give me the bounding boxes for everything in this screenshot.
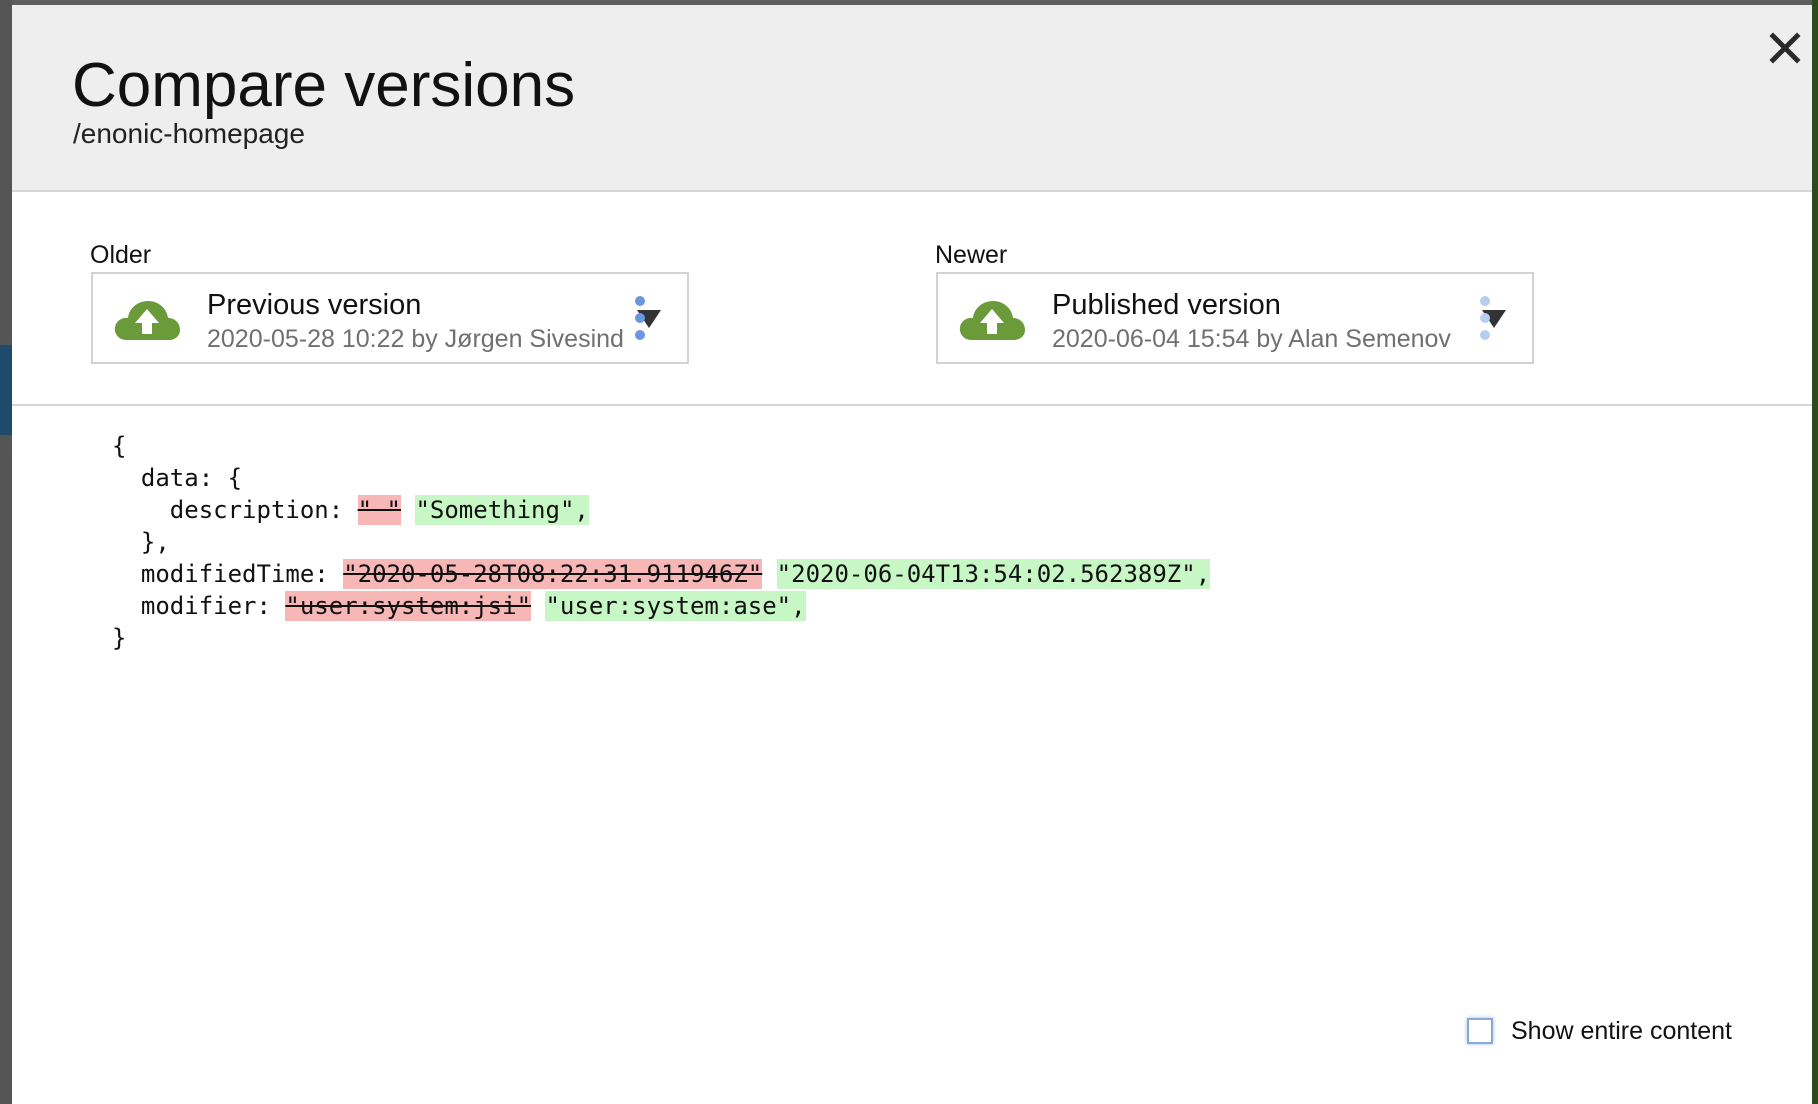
dialog-title: Compare versions (72, 51, 576, 120)
show-entire-content-label: Show entire content (1511, 1016, 1732, 1045)
background-right-edge (1812, 0, 1818, 1104)
older-version-meta: 2020-05-28 10:22 by Jørgen Sivesind (207, 325, 624, 353)
diff-text: { (112, 432, 127, 460)
removed-value: " " (357, 495, 401, 525)
diff-line: { (112, 430, 1210, 462)
removed-value: "2020-05-28T08:22:31.911946Z" (343, 559, 763, 589)
cloud-upload-icon (113, 296, 181, 344)
older-version-name: Previous version (207, 289, 422, 321)
more-vertical-icon (1480, 296, 1490, 340)
diff-key: modifiedTime: (112, 560, 344, 588)
background-left-edge (0, 0, 12, 1104)
background-accent (0, 345, 12, 435)
diff-text: } (112, 624, 127, 652)
older-version-dropdown[interactable]: Previous version 2020-05-28 10:22 by Jør… (91, 272, 689, 364)
dialog-header: Compare versions /enonic-homepage (12, 5, 1812, 192)
added-value: "2020-06-04T13:54:02.562389Z", (776, 559, 1211, 589)
newer-version-dropdown[interactable]: Published version 2020-06-04 15:54 by Al… (936, 272, 1534, 364)
newer-label: Newer (935, 241, 1008, 269)
cloud-upload-icon (958, 296, 1026, 344)
more-vertical-icon (635, 296, 645, 340)
diff-line: data: { (112, 462, 1210, 494)
newer-version-name: Published version (1052, 289, 1281, 321)
added-value: "Something", (415, 495, 589, 525)
diff-text: }, (112, 528, 170, 556)
diff-key: modifier: (112, 592, 286, 620)
newer-version-meta: 2020-06-04 15:54 by Alan Semenov (1052, 325, 1451, 353)
diff-line: modifier: "user:system:jsi" "user:system… (112, 590, 1210, 622)
diff-line: } (112, 622, 1210, 654)
content-path: /enonic-homepage (73, 118, 305, 149)
show-entire-content-checkbox[interactable] (1467, 1018, 1493, 1044)
newer-version-menu-button[interactable] (1475, 293, 1495, 343)
diff-line: modifiedTime: "2020-05-28T08:22:31.91194… (112, 558, 1211, 590)
older-label: Older (90, 241, 152, 269)
close-icon (1769, 32, 1801, 64)
json-diff-view: { data: { description: " " "Something", … (112, 430, 1211, 654)
added-value: "user:system:ase", (545, 591, 806, 621)
diff-line: }, (112, 526, 1210, 558)
removed-value: "user:system:jsi" (285, 591, 532, 621)
older-version-menu-button[interactable] (630, 293, 650, 343)
diff-line: description: " " "Something", (112, 494, 1210, 526)
diff-key: description: (112, 496, 358, 524)
compare-versions-dialog: Compare versions /enonic-homepage Older … (12, 5, 1812, 1104)
show-entire-content-toggle[interactable]: Show entire content (1467, 1013, 1732, 1049)
diff-key: data: { (112, 464, 243, 492)
version-selectors: Older Previous version 2020-05-28 10:22 … (12, 192, 1812, 406)
close-button[interactable] (1760, 23, 1810, 73)
